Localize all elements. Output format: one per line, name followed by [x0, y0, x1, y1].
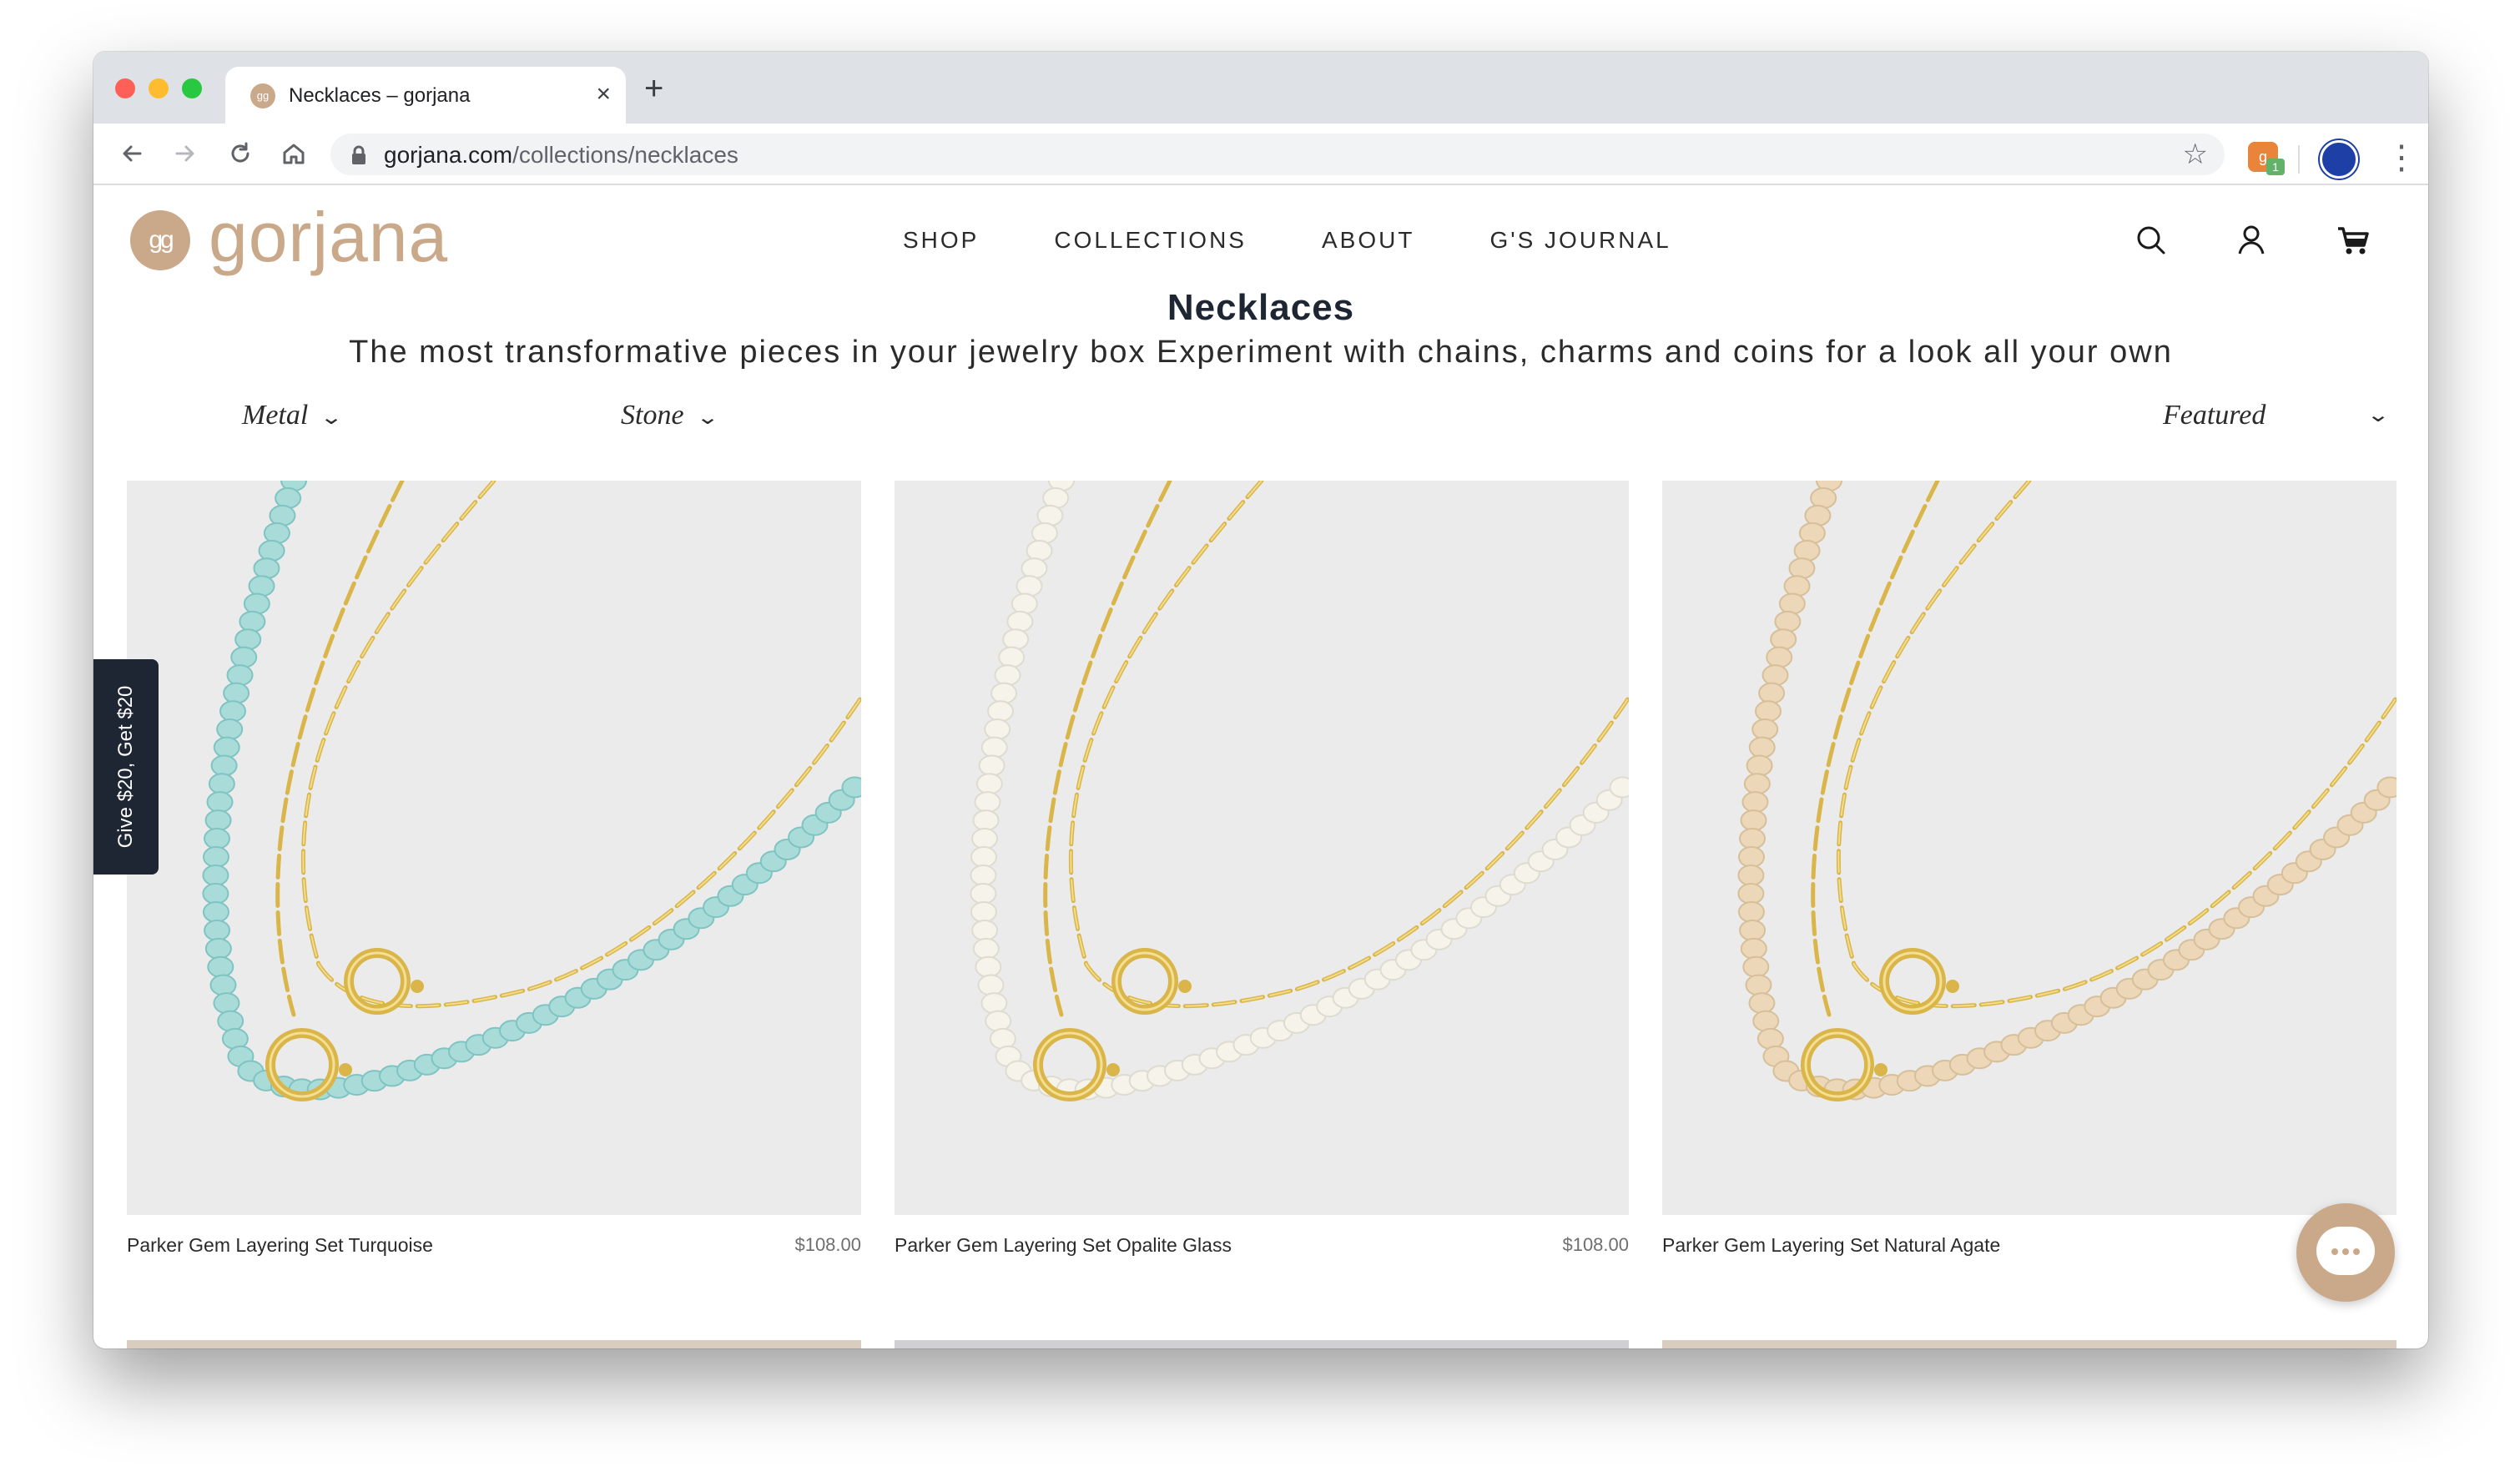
product-image[interactable]: [1662, 481, 2397, 1215]
chat-button[interactable]: [2296, 1203, 2395, 1302]
necklace-illustration: [970, 481, 1629, 1101]
chevron-down-icon: ⌄: [695, 406, 719, 429]
product-card-partial: [895, 1340, 1629, 1348]
referral-tab-label: Give $20, Get $20: [114, 685, 137, 849]
necklace-illustration: [202, 481, 861, 1101]
forward-arrow-icon: [175, 145, 194, 162]
back-arrow-icon: [123, 145, 142, 162]
toolbar-divider: [2298, 145, 2300, 174]
product-price: $108.00: [794, 1234, 861, 1255]
product-image[interactable]: [895, 481, 1629, 1215]
product-price: $108.00: [1562, 1234, 1629, 1255]
browser-toolbar: gorjana.com/collections/necklaces ☆: [93, 124, 2428, 185]
browser-tab[interactable]: gg Necklaces – gorjana ×: [225, 67, 626, 124]
site-header: gg gorjana SHOP COLLECTIONS ABOUT G'S JO…: [93, 185, 2428, 299]
search-icon[interactable]: [2133, 222, 2170, 259]
product-card[interactable]: Parker Gem Layering Set Turquoise $108.0…: [127, 481, 861, 1256]
cart-icon[interactable]: [2335, 222, 2371, 259]
favicon-icon: gg: [250, 83, 275, 108]
home-button[interactable]: [277, 137, 310, 170]
logo[interactable]: gorjana: [209, 195, 448, 279]
product-card[interactable]: Parker Gem Layering Set Natural Agate: [1662, 481, 2397, 1256]
account-icon[interactable]: [2233, 222, 2270, 259]
product-card[interactable]: Parker Gem Layering Set Opalite Glass $1…: [895, 481, 1629, 1256]
nav-journal[interactable]: G'S JOURNAL: [1489, 227, 1671, 254]
necklace-illustration: [1737, 481, 2397, 1101]
back-button[interactable]: [115, 137, 149, 170]
product-card-partial: [127, 1340, 861, 1348]
reload-icon: [231, 142, 249, 163]
tab-strip: gg Necklaces – gorjana × +: [93, 52, 2428, 124]
metal-filter[interactable]: Metal ⌄: [242, 399, 344, 435]
stone-filter[interactable]: Stone ⌄: [621, 399, 719, 435]
home-icon: [283, 144, 305, 164]
profile-avatar[interactable]: [2320, 140, 2358, 179]
page-subtitle: The most transformative pieces in your j…: [349, 335, 2173, 370]
stone-filter-label: Stone: [621, 400, 684, 431]
chat-bubble-icon: [2316, 1227, 2375, 1275]
url-text: gorjana.com/collections/necklaces: [384, 142, 738, 168]
page-title: Necklaces: [1167, 287, 1355, 322]
nav-collections[interactable]: COLLECTIONS: [1054, 227, 1247, 254]
address-bar[interactable]: gorjana.com/collections/necklaces ☆: [330, 134, 2225, 175]
product-card-partial: [1662, 1340, 2397, 1348]
product-name[interactable]: Parker Gem Layering Set Natural Agate: [1662, 1233, 2000, 1257]
close-tab-icon[interactable]: ×: [596, 80, 611, 108]
sort-label: Featured: [2163, 400, 2266, 431]
product-image[interactable]: [127, 481, 861, 1215]
extension-badge: 1: [2266, 159, 2285, 175]
reload-button[interactable]: [224, 137, 257, 170]
sort-dropdown[interactable]: Featured ⌄: [2163, 399, 2391, 432]
browser-window: gg Necklaces – gorjana × + gorjana.com/c…: [93, 52, 2428, 1348]
main-nav: SHOP COLLECTIONS ABOUT G'S JOURNAL: [903, 227, 1671, 254]
chevron-down-icon: ⌄: [2366, 404, 2391, 426]
product-name[interactable]: Parker Gem Layering Set Opalite Glass: [895, 1233, 1232, 1257]
tab-title: Necklaces – gorjana: [289, 84, 471, 107]
maximize-window-button[interactable]: [182, 78, 202, 98]
forward-button[interactable]: [169, 137, 202, 170]
referral-tab[interactable]: Give $20, Get $20: [93, 659, 159, 875]
close-window-button[interactable]: [115, 78, 135, 98]
product-name[interactable]: Parker Gem Layering Set Turquoise: [127, 1233, 433, 1257]
bookmark-star-icon[interactable]: ☆: [2183, 139, 2208, 169]
nav-shop[interactable]: SHOP: [903, 227, 979, 254]
logo-mark-icon[interactable]: gg: [130, 210, 190, 270]
nav-about[interactable]: ABOUT: [1322, 227, 1414, 254]
browser-menu-icon[interactable]: ⋮: [2385, 137, 2418, 179]
minimize-window-button[interactable]: [149, 78, 169, 98]
new-tab-button[interactable]: +: [644, 72, 663, 105]
lock-icon: [352, 145, 365, 164]
metal-filter-label: Metal: [242, 400, 309, 431]
chevron-down-icon: ⌄: [320, 406, 344, 429]
